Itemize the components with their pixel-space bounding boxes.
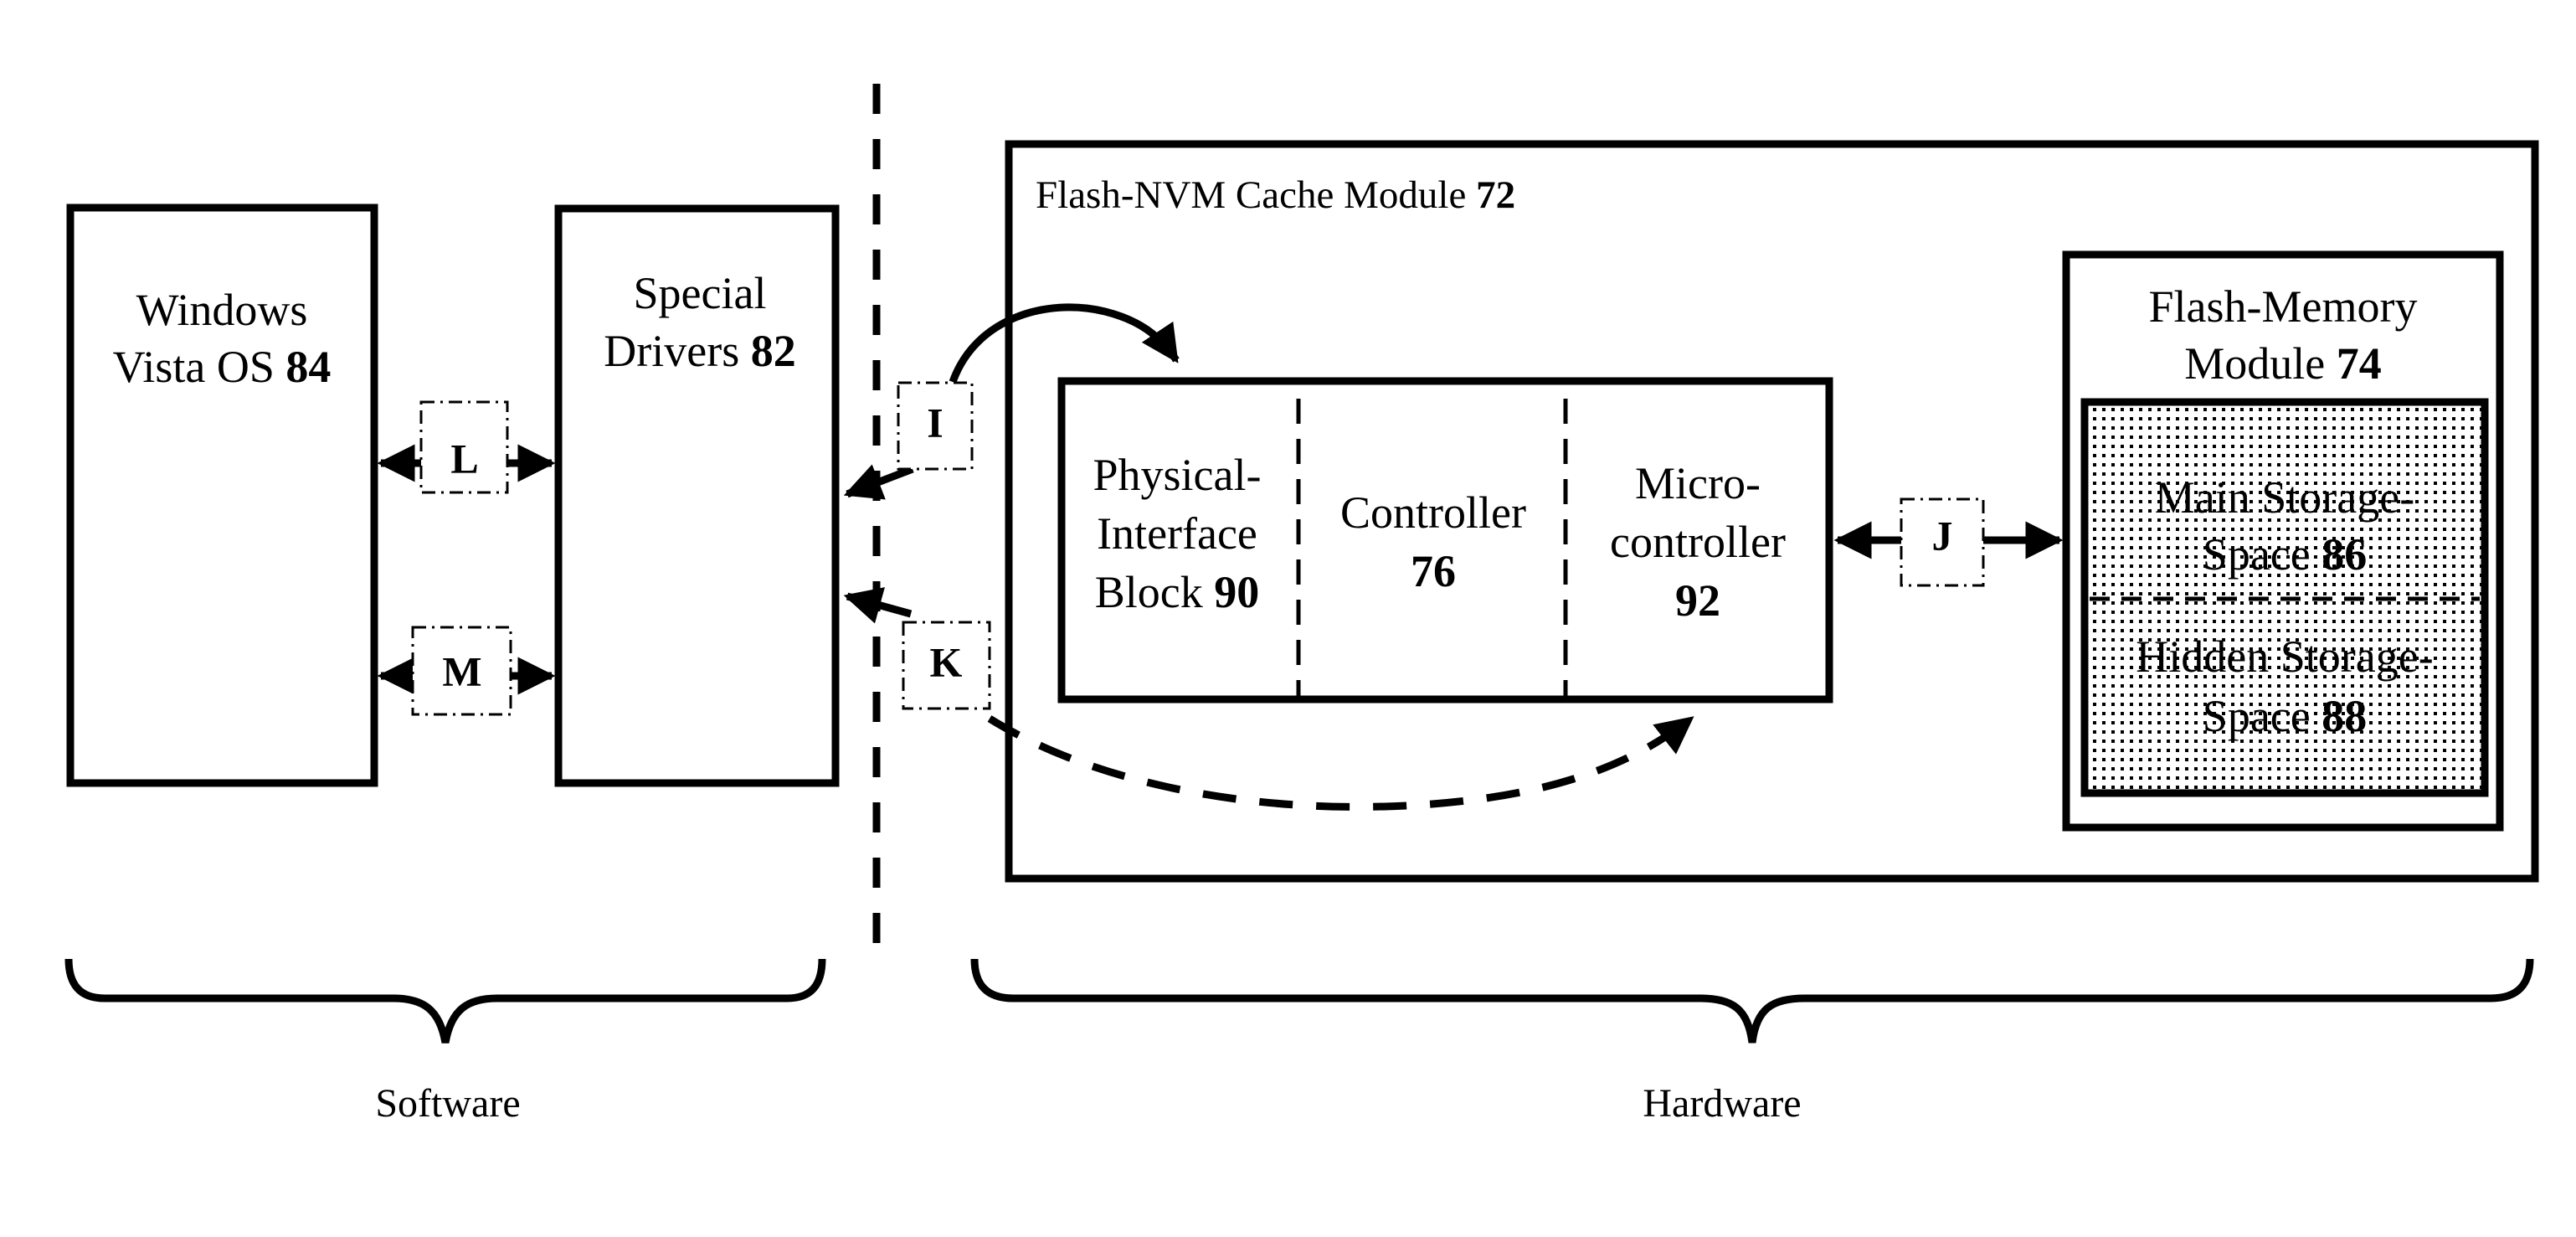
hidden-storage-label-line1: Hidden Storage- xyxy=(2136,631,2433,682)
path-l[interactable]: L xyxy=(377,400,556,494)
hardware-brace xyxy=(970,958,2534,1044)
software-label: Software xyxy=(375,1081,520,1126)
controller-label-line1: Controller xyxy=(1340,487,1526,538)
main-storage-label-line2: Space 86 xyxy=(2203,529,2367,580)
path-k-label: K xyxy=(930,638,963,685)
flash-memory-label-line1: Flash-Memory xyxy=(2149,281,2418,332)
physical-interface-block[interactable]: Physical- Interface Block 90 xyxy=(1093,450,1262,617)
main-storage-label-line1: Main Storage- xyxy=(2155,472,2414,523)
os-label-line2: Vista OS 84 xyxy=(113,342,332,392)
windows-vista-os-block[interactable]: Windows Vista OS 84 xyxy=(66,204,378,787)
microcontroller-label-number: 92 xyxy=(1675,575,1720,626)
interface-label-line1: Physical- xyxy=(1093,450,1262,500)
flash-cache-architecture-diagram: Windows Vista OS 84 Special Drivers 82 L… xyxy=(64,84,2539,1126)
controller-assembly[interactable]: Physical- Interface Block 90 Controller … xyxy=(1057,377,1833,704)
hardware-label: Hardware xyxy=(1643,1081,1801,1126)
interface-label-line2: Interface xyxy=(1097,508,1257,559)
microcontroller-label-line1: Micro- xyxy=(1635,458,1761,508)
software-brace xyxy=(64,958,826,1044)
cache-module-title: Flash-NVM Cache Module 72 xyxy=(1036,173,1515,217)
path-l-label: L xyxy=(450,435,478,482)
drivers-label-line2: Drivers 82 xyxy=(604,326,795,376)
path-m[interactable]: M xyxy=(377,626,556,716)
path-i-label: I xyxy=(927,399,943,446)
os-label-line1: Windows xyxy=(136,285,308,335)
microcontroller-label-line2: controller xyxy=(1610,517,1786,567)
hidden-storage-label-line2: Space 88 xyxy=(2203,691,2367,741)
path-j-label: J xyxy=(1932,512,1953,559)
path-m-label: M xyxy=(442,647,481,694)
drivers-label-line1: Special xyxy=(634,268,767,318)
special-drivers-block[interactable]: Special Drivers 82 xyxy=(554,204,840,787)
controller-label-number: 76 xyxy=(1411,546,1456,596)
flash-memory-module[interactable]: Flash-Memory Module 74 Main Storage- Spa… xyxy=(2062,250,2504,832)
flash-memory-label-line2: Module 74 xyxy=(2184,338,2382,389)
interface-label-line3: Block 90 xyxy=(1095,567,1260,617)
